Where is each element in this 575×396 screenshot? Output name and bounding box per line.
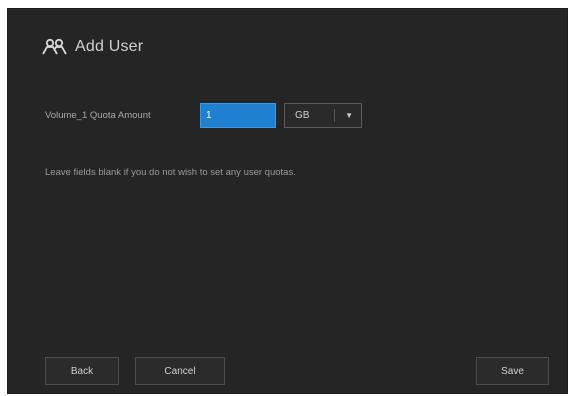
cancel-button-label: Cancel	[164, 365, 196, 377]
select-divider	[334, 109, 335, 122]
quota-unit-select[interactable]: GB ▼	[284, 103, 362, 128]
back-button-label: Back	[70, 365, 94, 377]
quota-label: Volume_1 Quota Amount	[45, 110, 151, 121]
quota-unit-value: GB	[295, 110, 310, 121]
back-button[interactable]: Back	[45, 357, 119, 385]
add-user-dialog: Add User Volume_1 Quota Amount GB ▼ Leav…	[7, 8, 568, 394]
chevron-down-icon: ▼	[345, 111, 353, 120]
quota-amount-input[interactable]	[200, 103, 276, 128]
quota-row: Volume_1 Quota Amount GB ▼	[45, 103, 362, 128]
page-title: Add User	[75, 38, 144, 55]
dialog-title-row: Add User	[41, 38, 143, 56]
save-button[interactable]: Save	[476, 357, 549, 385]
save-button-label: Save	[501, 365, 524, 377]
quota-hint-text: Leave fields blank if you do not wish to…	[45, 167, 296, 178]
cancel-button[interactable]: Cancel	[135, 357, 225, 385]
users-icon	[41, 38, 69, 56]
